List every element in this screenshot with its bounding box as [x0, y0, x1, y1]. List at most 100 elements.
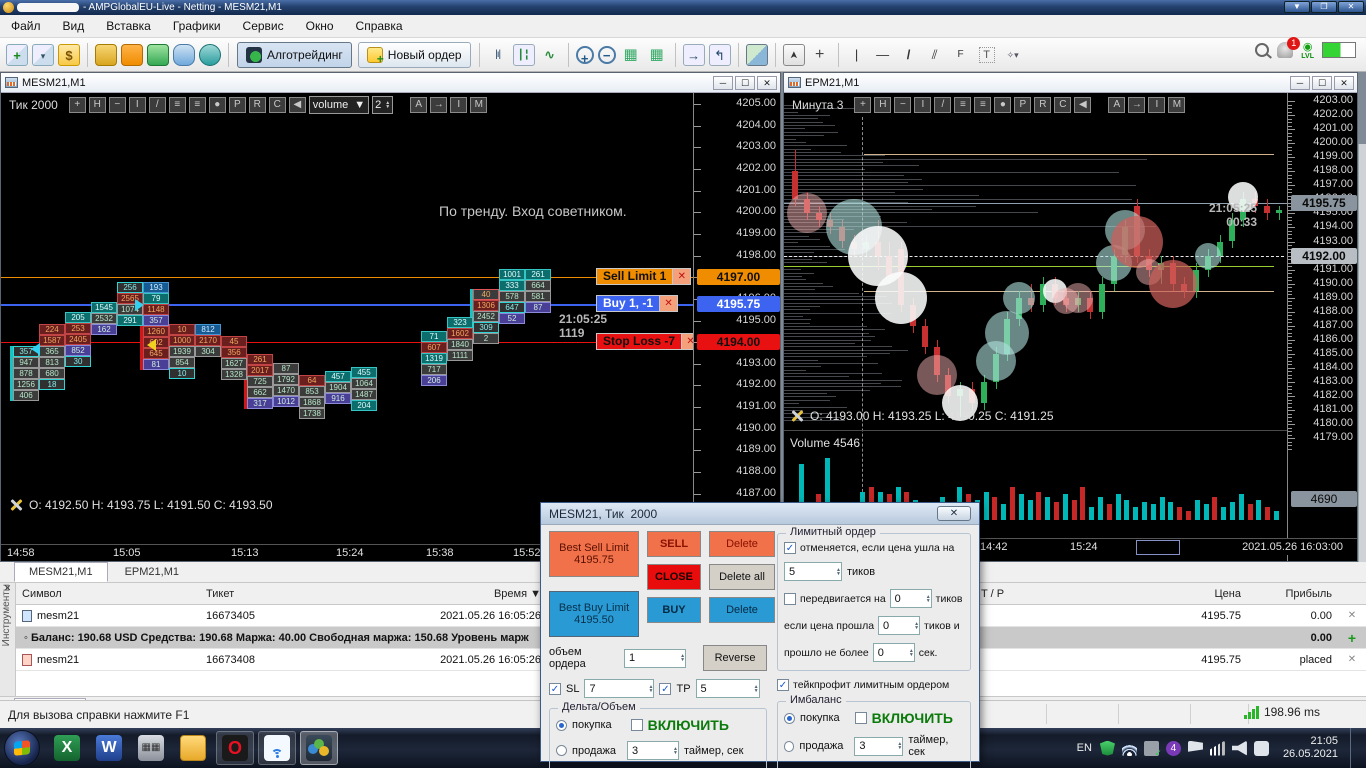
close-position-button[interactable]: CLOSE: [647, 564, 701, 590]
chart-tool-9[interactable]: R: [248, 97, 266, 113]
chart-tab-MESM21,M1[interactable]: MESM21,M1: [14, 562, 108, 582]
chart-mode-3[interactable]: M: [470, 97, 488, 113]
taskbar-app-word[interactable]: W: [90, 731, 128, 765]
volume-stepper[interactable]: 1 ▲ ▼: [624, 648, 687, 668]
cancel-checkbox[interactable]: ✓: [784, 542, 796, 554]
tp-checkbox[interactable]: ✓: [659, 682, 672, 695]
volume-dropdown[interactable]: volume ▼: [308, 96, 370, 114]
volume-tray-icon[interactable]: [1231, 740, 1247, 756]
menu-item-Графики[interactable]: Графики: [162, 16, 232, 36]
chart-tool-10[interactable]: C: [1054, 97, 1072, 113]
menu-item-Вставка[interactable]: Вставка: [95, 16, 162, 36]
buy-button[interactable]: BUY: [647, 597, 701, 623]
tp-stepper[interactable]: 5 ▲ ▼: [695, 679, 760, 698]
takeprofit-checkbox[interactable]: ✓: [777, 679, 789, 691]
chart-maximize-icon[interactable]: ☐: [735, 75, 755, 90]
chart-tab-EPM21,M1[interactable]: EPM21,M1: [110, 562, 194, 582]
bars-icon[interactable]: [487, 44, 509, 66]
chart-tool-4[interactable]: /: [148, 97, 166, 113]
menu-item-Вид[interactable]: Вид: [52, 16, 96, 36]
col-price[interactable]: Цена: [1056, 588, 1241, 600]
chart-maximize-icon[interactable]: ☐: [1312, 75, 1332, 90]
chart-tool-3[interactable]: I: [914, 97, 932, 113]
history-center-icon[interactable]: [95, 43, 117, 66]
menu-item-Окно[interactable]: Окно: [295, 16, 345, 36]
new-order-button[interactable]: Новый ордер: [357, 41, 471, 68]
shift-end-icon[interactable]: [708, 43, 731, 66]
taskbar-app-calculator[interactable]: ▦▦: [132, 731, 170, 765]
fibo-icon[interactable]: [950, 44, 972, 66]
chart-minimize-icon[interactable]: ─: [1290, 75, 1310, 90]
chart-tool-9[interactable]: R: [1034, 97, 1052, 113]
language-indicator[interactable]: EN: [1077, 742, 1092, 754]
chart-tool-4[interactable]: /: [934, 97, 952, 113]
menu-item-Файл[interactable]: Файл: [0, 16, 52, 36]
viber-tray-icon[interactable]: 4: [1165, 740, 1181, 756]
chart-mode-3[interactable]: M: [1168, 97, 1186, 113]
chart-mode-2[interactable]: I: [1148, 97, 1166, 113]
chart-title-bar[interactable]: MESM21,M1 ─ ☐ ✕: [1, 73, 780, 93]
sell-button[interactable]: SELL: [647, 531, 701, 557]
start-button[interactable]: [4, 730, 40, 766]
chart-tool-8[interactable]: P: [1014, 97, 1032, 113]
delta-timer-stepper[interactable]: 3 ▲ ▼: [626, 741, 679, 760]
elapsed-stepper[interactable]: 0 ▲ ▼: [872, 643, 915, 662]
tools-icon[interactable]: [9, 498, 23, 512]
best-buy-limit-button[interactable]: Best Buy Limit 4195.50: [549, 591, 639, 637]
shapes-icon[interactable]: [1002, 44, 1024, 66]
search-icon[interactable]: [1255, 43, 1270, 57]
col-symbol[interactable]: Символ: [16, 588, 206, 600]
chart-tool-7[interactable]: ●: [994, 97, 1012, 113]
chart-mode-1[interactable]: →: [1128, 97, 1146, 113]
order-label-sell[interactable]: Sell Limit 1 ✕: [596, 268, 692, 285]
tools-icon[interactable]: [790, 409, 804, 423]
chart-tool-5[interactable]: ≡: [168, 97, 186, 113]
chart-mode-1[interactable]: →: [430, 97, 448, 113]
restore-icon[interactable]: ❐: [1311, 1, 1337, 13]
col-time[interactable]: Время ▼: [421, 588, 541, 600]
equichannel-icon[interactable]: [924, 44, 946, 66]
cluster-chart[interactable]: Тик 2000 + H − I / ≡ ≡ ● P R C ◀ volume ▼ 2 ▲ ▼ A → I M 357 94…: [1, 93, 780, 561]
chart-tool-3[interactable]: I: [128, 97, 146, 113]
reverse-button[interactable]: Reverse: [703, 645, 767, 671]
tile-vertical-icon[interactable]: [646, 44, 668, 66]
chart-tool-10[interactable]: C: [268, 97, 286, 113]
power-tray-icon[interactable]: [1253, 740, 1269, 756]
close-icon[interactable]: ✕: [1338, 1, 1364, 13]
move-checkbox[interactable]: [784, 592, 796, 605]
signals-icon[interactable]: [147, 43, 169, 66]
flag-tray-icon[interactable]: [1187, 740, 1203, 756]
imbalance-timer-stepper[interactable]: 3 ▲ ▼: [854, 736, 904, 756]
delta-enable-checkbox[interactable]: [630, 719, 643, 731]
price-scale[interactable]: 4203.00 4202.00 4201.00 4200.00 4199.00 4198.…: [1287, 93, 1357, 561]
text-icon[interactable]: [976, 44, 998, 66]
search-public-icon[interactable]: [199, 43, 221, 66]
sl-stepper[interactable]: 7 ▲ ▼: [584, 679, 655, 698]
minimize-icon[interactable]: ▼: [1284, 1, 1310, 13]
order-label-buy[interactable]: Buy 1, -1 ✕: [596, 295, 679, 312]
add-order-icon[interactable]: +: [1338, 630, 1366, 646]
vline-icon[interactable]: [846, 44, 868, 66]
order-close-icon[interactable]: ✕: [660, 295, 679, 312]
sidebar-label[interactable]: Инструменты: [1, 584, 12, 646]
order-label-stop[interactable]: Stop Loss -7 ✕: [596, 333, 701, 350]
show-desktop-button[interactable]: [1350, 728, 1358, 768]
price-scale[interactable]: 4205.00 4204.00 4203.00 4202.00 4201.00 4200.…: [693, 93, 780, 561]
defender-tray-icon[interactable]: [1099, 740, 1115, 756]
move-ticks-stepper[interactable]: 0 ▲ ▼: [889, 589, 932, 608]
hline-icon[interactable]: [872, 44, 894, 66]
chart-tool-8[interactable]: P: [228, 97, 246, 113]
col-ticket[interactable]: Тикет: [206, 588, 421, 600]
chart-close-icon[interactable]: ✕: [757, 75, 777, 90]
notifications-icon[interactable]: 1: [1277, 37, 1301, 58]
chart-profile-icon[interactable]: [32, 43, 54, 66]
zoom-out-icon[interactable]: [597, 45, 616, 64]
taskbar-clock[interactable]: 21:05 26.05.2021: [1283, 735, 1338, 761]
delete-buy-button[interactable]: Delete: [709, 597, 775, 623]
chart-tool-0[interactable]: +: [68, 97, 86, 113]
chart-mode-2[interactable]: I: [450, 97, 468, 113]
imbalance-enable-checkbox[interactable]: [854, 712, 867, 724]
delta-buy-radio[interactable]: [556, 719, 567, 731]
wifi-tray-icon[interactable]: [1121, 740, 1137, 756]
connection-status[interactable]: 198.96 ms: [1243, 705, 1320, 719]
